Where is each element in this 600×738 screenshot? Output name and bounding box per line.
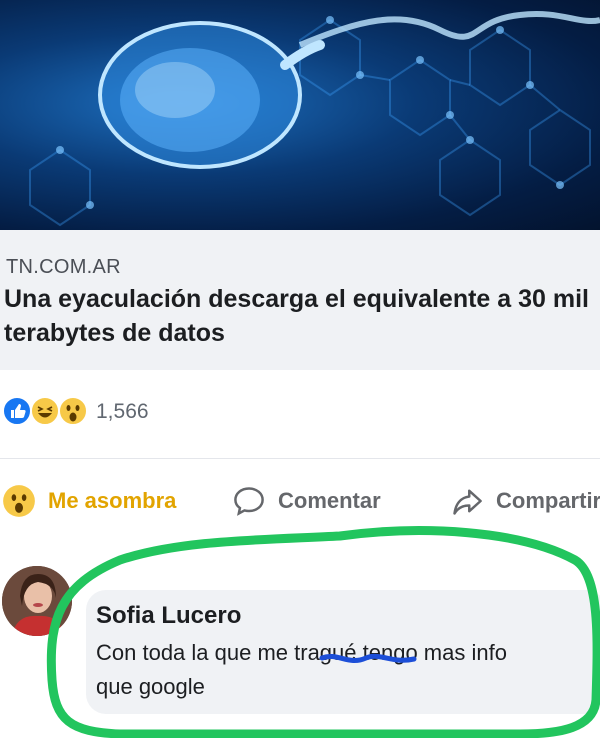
link-source: TN.COM.AR bbox=[6, 256, 121, 278]
haha-icon bbox=[30, 396, 60, 426]
reaction-count[interactable]: 1,566 bbox=[96, 400, 149, 424]
share-button[interactable]: Compartir bbox=[450, 478, 600, 524]
reactions-summary[interactable]: 1,566 bbox=[0, 396, 300, 432]
like-icon bbox=[2, 396, 32, 426]
link-headline[interactable]: Una eyaculación descarga el equivalente … bbox=[4, 282, 594, 350]
comment-icon bbox=[234, 487, 264, 516]
wow-icon bbox=[58, 396, 88, 426]
comment: Sofia Lucero Con toda la que me tragué t… bbox=[0, 540, 600, 738]
profile-photo bbox=[2, 566, 72, 636]
avatar[interactable] bbox=[2, 566, 72, 636]
post-actions: Me asombra Comentar Compartir bbox=[0, 478, 600, 524]
comment-author[interactable]: Sofia Lucero bbox=[96, 602, 241, 630]
comment-text-line-2: que google bbox=[96, 674, 205, 699]
divider bbox=[0, 458, 600, 459]
share-icon bbox=[453, 489, 482, 515]
comment-bubble[interactable]: Sofia Lucero Con toda la que me tragué t… bbox=[86, 590, 600, 714]
scribble-overlay bbox=[319, 653, 417, 664]
comment-label: Comentar bbox=[278, 488, 381, 513]
wow-reaction-icon bbox=[3, 485, 35, 517]
link-preview[interactable]: TN.COM.AR Una eyaculación descarga el eq… bbox=[0, 230, 600, 370]
react-label: Me asombra bbox=[48, 488, 177, 513]
share-label: Compartir bbox=[496, 488, 600, 513]
article-image[interactable] bbox=[0, 0, 600, 230]
sperm-cell-illustration bbox=[29, 11, 600, 227]
comment-button[interactable]: Comentar bbox=[232, 478, 381, 524]
react-button[interactable]: Me asombra bbox=[2, 478, 176, 524]
